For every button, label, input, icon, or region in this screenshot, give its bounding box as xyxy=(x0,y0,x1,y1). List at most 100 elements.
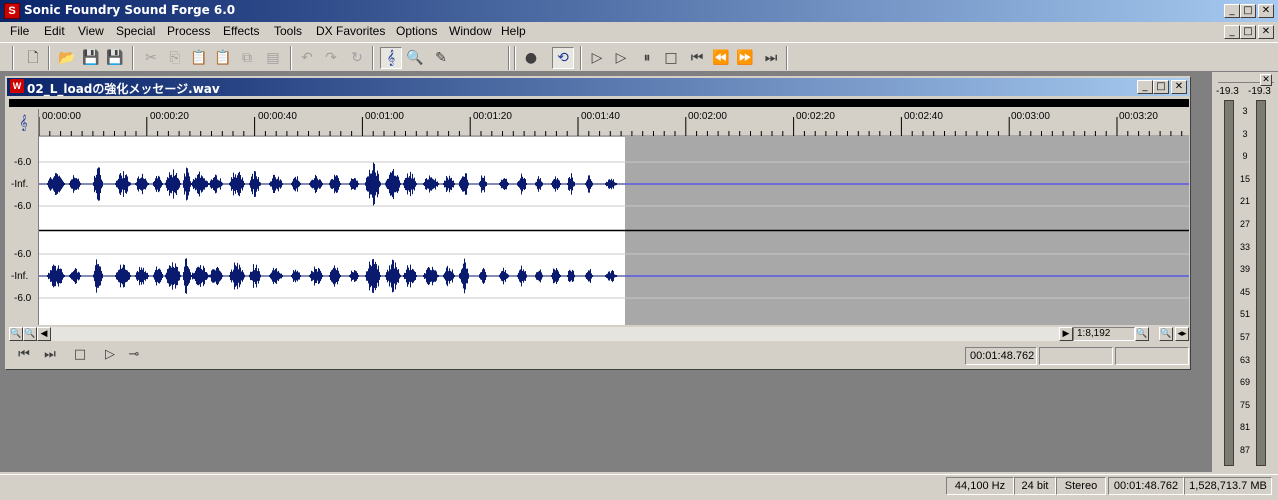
open-folder-icon[interactable]: 📂 xyxy=(56,47,78,69)
save-as-icon[interactable]: 💾 xyxy=(104,47,126,69)
stop-icon[interactable]: □ xyxy=(71,347,89,363)
scroll-right-icon[interactable]: ▶ xyxy=(1059,327,1073,341)
meter-scale-label: 33 xyxy=(1239,241,1250,252)
app-title-bar[interactable]: S Sonic Foundry Sound Forge 6.0 _ □ ✕ xyxy=(0,0,1278,22)
wave-file-icon[interactable]: W xyxy=(10,79,24,93)
ruler-tick-label: 00:00:20 xyxy=(150,111,189,122)
level-zoom-out-icon[interactable]: 🔍 xyxy=(1159,327,1173,341)
level-ruler: -6.0 -Inf. -6.0 -6.0 -Inf. -6.0 xyxy=(9,137,39,325)
waveform-canvas[interactable] xyxy=(39,137,1189,325)
disk-free: 1,528,713.7 MB xyxy=(1184,477,1272,495)
fast-forward-icon[interactable]: ⏩ xyxy=(734,47,756,69)
right-channel-empty xyxy=(625,231,1189,325)
ruler-tick-label: 00:02:20 xyxy=(796,111,835,122)
go-to-end-icon[interactable]: ⏭ xyxy=(41,347,59,363)
main-toolbar: 🗋 📂 💾 💾 ✂ ⎘ 📋 📋 ⧉ ▤ ↶ ↷ ↻ 𝄞 🔍 ✎ ● ⟲ ▷ ▷ … xyxy=(0,42,1278,72)
ruler-tick-label: 00:01:20 xyxy=(473,111,512,122)
new-file-icon[interactable]: 🗋 xyxy=(22,47,44,69)
meter-scale-label: 21 xyxy=(1239,196,1250,207)
mdi-close-icon[interactable]: ✕ xyxy=(1258,25,1274,39)
ruler-tick-label: 00:01:00 xyxy=(365,111,404,122)
doc-close-icon[interactable]: ✕ xyxy=(1171,80,1187,94)
left-level-bar xyxy=(1224,100,1234,466)
menu-view[interactable]: View xyxy=(78,24,104,38)
sample-rate: 44,100 Hz xyxy=(946,477,1014,495)
peak-left[interactable]: -19.3 xyxy=(1216,86,1239,97)
menu-options[interactable]: Options xyxy=(396,24,437,38)
menu-special[interactable]: Special xyxy=(116,24,155,38)
stop-icon[interactable]: □ xyxy=(660,47,682,69)
menu-tools[interactable]: Tools xyxy=(274,24,302,38)
ruler-tick-label: 00:00:40 xyxy=(258,111,297,122)
play-icon[interactable]: ▷ xyxy=(101,347,119,363)
ruler-tick-label: 00:00:00 xyxy=(42,111,81,122)
zoom-fit-icon[interactable]: ◂▸ xyxy=(1175,327,1189,341)
magnify-tool-icon[interactable]: 🔍 xyxy=(404,47,426,69)
meter-scale-label: 9 xyxy=(1242,151,1248,162)
repeat-icon[interactable]: ↻ xyxy=(346,47,368,69)
maximize-icon[interactable]: □ xyxy=(1240,4,1256,18)
menu-file[interactable]: File xyxy=(10,24,29,38)
zoom-ratio: 1:8,192 xyxy=(1073,327,1135,341)
zoom-in-icon[interactable]: 🔍 xyxy=(9,327,23,341)
play-all-icon[interactable]: ▷ xyxy=(586,47,608,69)
mdi-restore-icon[interactable]: □ xyxy=(1240,25,1256,39)
selection-length-field xyxy=(1115,347,1189,365)
ruler-tick-label: 00:02:00 xyxy=(688,111,727,122)
status-bar: 44,100 Hz 24 bit Stereo 00:01:48.762 1,5… xyxy=(0,474,1278,500)
menu-dx-favorites[interactable]: DX Favorites xyxy=(316,24,385,38)
mdi-minimize-icon[interactable]: _ xyxy=(1224,25,1240,39)
meter-close-icon[interactable]: ✕ xyxy=(1260,74,1272,86)
time-ruler[interactable]: 𝄞 00:00:00 00:00:20 00:00:40 00:01:00 00… xyxy=(9,109,1189,137)
overview-bar[interactable] xyxy=(9,99,1189,107)
peak-right[interactable]: -19.3 xyxy=(1248,86,1271,97)
horizontal-scrollbar-row: 🔍 🔍 ◀ ▶ 1:8,192 🔍 🔍 ◂▸ xyxy=(9,327,1189,341)
close-icon[interactable]: ✕ xyxy=(1258,4,1274,18)
record-icon[interactable]: ● xyxy=(520,47,542,69)
cut-icon[interactable]: ✂ xyxy=(140,47,162,69)
ruler-tick-label: 00:02:40 xyxy=(904,111,943,122)
trim-crop-icon[interactable]: ▤ xyxy=(262,47,284,69)
sound-forge-app-icon[interactable]: S xyxy=(4,3,20,19)
channels: Stereo xyxy=(1056,477,1106,495)
copy-icon[interactable]: ⎘ xyxy=(164,47,186,69)
menu-edit[interactable]: Edit xyxy=(44,24,65,38)
edit-tool-icon[interactable]: 𝄞 xyxy=(380,47,402,69)
doc-maximize-icon[interactable]: □ xyxy=(1153,80,1169,94)
right-level-bar xyxy=(1256,100,1266,466)
crossfade-icon[interactable]: ⧉ xyxy=(236,47,258,69)
scrollbar-track[interactable] xyxy=(51,327,1059,341)
paste-icon[interactable]: 📋 xyxy=(188,47,210,69)
redo-icon[interactable]: ↷ xyxy=(320,47,342,69)
go-to-start-icon[interactable]: ⏮ xyxy=(686,47,708,69)
db-label: -6.0 xyxy=(14,293,32,304)
meter-scale-label: 51 xyxy=(1239,309,1250,320)
waveform-area[interactable]: -6.0 -Inf. -6.0 -6.0 -Inf. -6.0 xyxy=(9,137,1189,325)
play-icon[interactable]: ▷ xyxy=(610,47,632,69)
meter-scale-label: 81 xyxy=(1239,422,1250,433)
menu-effects[interactable]: Effects xyxy=(223,24,259,38)
loop-playback-icon[interactable]: ⟲ xyxy=(552,47,574,69)
document-title-bar[interactable]: W 02_L_loadの強化メッセージ.wav _ □ ✕ xyxy=(7,78,1189,96)
zoom-out-icon[interactable]: 🔍 xyxy=(23,327,37,341)
scroll-left-icon[interactable]: ◀ xyxy=(37,327,51,341)
level-zoom-in-icon[interactable]: 🔍 xyxy=(1135,327,1149,341)
go-to-start-icon[interactable]: ⏮ xyxy=(15,347,33,363)
rewind-icon[interactable]: ⏪ xyxy=(710,47,732,69)
play-as-sample-icon[interactable]: ⊸ xyxy=(125,347,143,363)
mix-paste-icon[interactable]: 📋 xyxy=(212,47,234,69)
meter-scale-label: 27 xyxy=(1239,219,1250,229)
menu-window[interactable]: Window xyxy=(449,24,492,38)
minimize-icon[interactable]: _ xyxy=(1224,4,1240,18)
pencil-tool-icon[interactable]: ✎ xyxy=(430,47,452,69)
meter-scale-label: 69 xyxy=(1239,377,1250,388)
doc-minimize-icon[interactable]: _ xyxy=(1137,80,1153,94)
save-icon[interactable]: 💾 xyxy=(80,47,102,69)
go-to-end-icon[interactable]: ⏭ xyxy=(760,47,782,69)
menu-help[interactable]: Help xyxy=(501,24,526,38)
undo-icon[interactable]: ↶ xyxy=(296,47,318,69)
ruler-edit-tool-icon[interactable]: 𝄞 xyxy=(9,109,39,137)
pause-icon[interactable]: ⏸ xyxy=(636,47,658,69)
ruler-tick-label: 00:03:20 xyxy=(1119,111,1158,122)
menu-process[interactable]: Process xyxy=(167,24,210,38)
